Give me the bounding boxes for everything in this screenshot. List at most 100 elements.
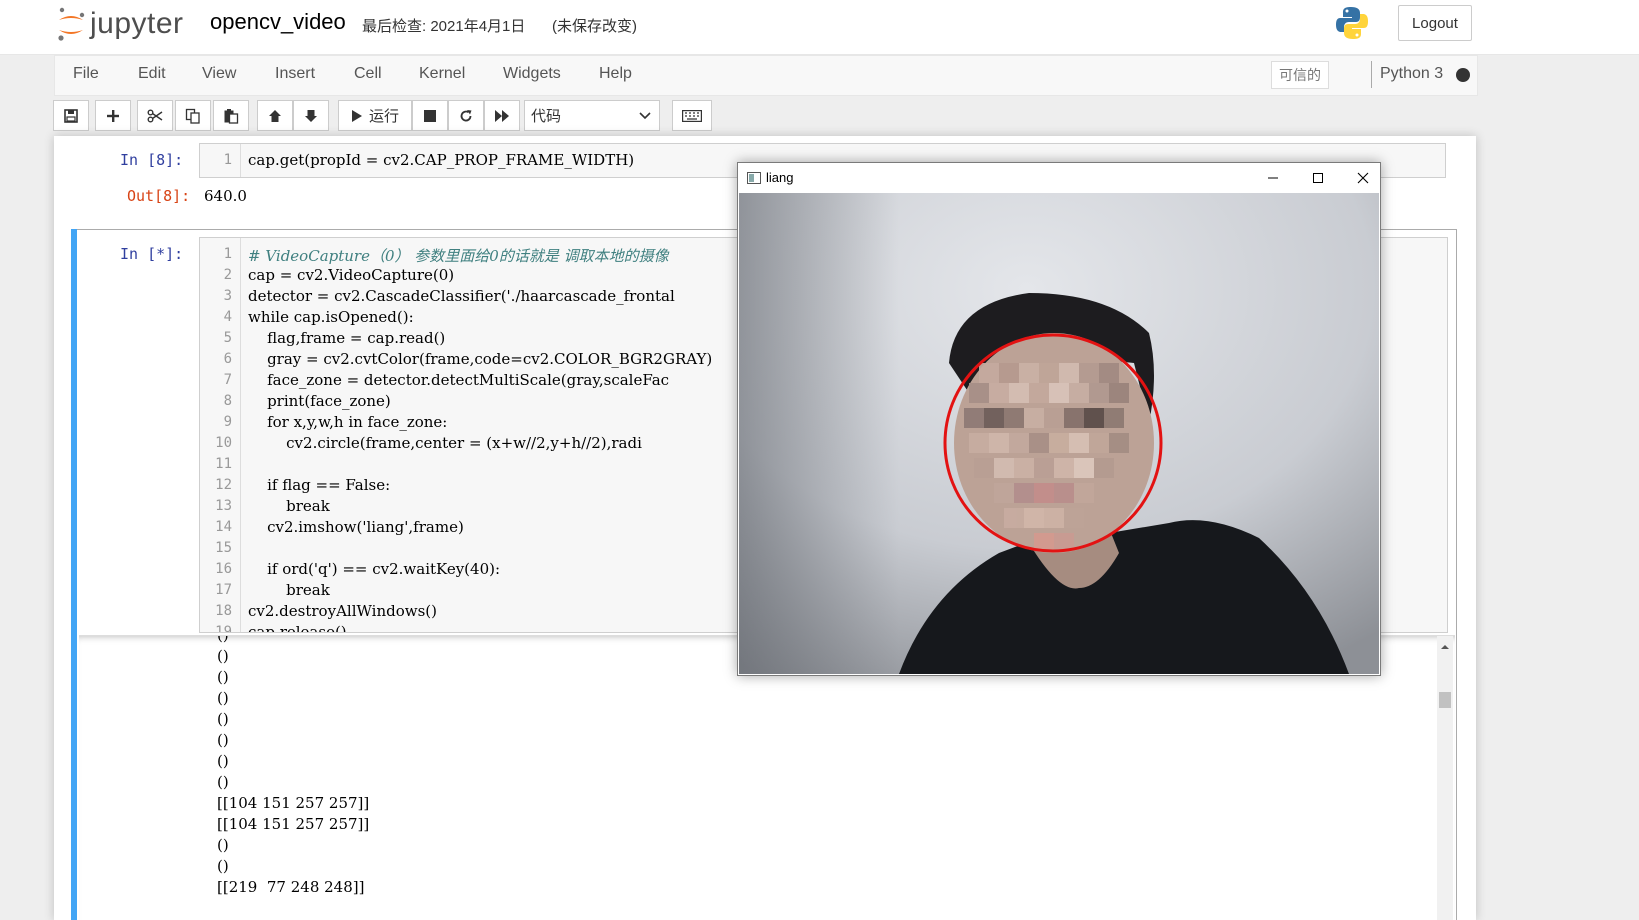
code-line: print(face_zone) (248, 392, 391, 410)
menu-kernel[interactable]: Kernel (419, 65, 465, 83)
interrupt-button[interactable] (412, 100, 448, 131)
move-down-button[interactable] (293, 100, 329, 131)
scrollbar-thumb[interactable] (1439, 692, 1451, 708)
menubar: File Edit View Insert Cell Kernel Widget… (54, 55, 1478, 96)
scroll-up-icon[interactable] (1437, 640, 1453, 654)
menu-cell[interactable]: Cell (354, 65, 382, 83)
menu-file[interactable]: File (73, 65, 99, 83)
logo-text: jupyter (90, 7, 184, 40)
line-number: 8 (223, 393, 232, 409)
close-button[interactable] (1352, 167, 1374, 189)
refresh-icon (460, 109, 472, 121)
line-number: 10 (215, 435, 232, 451)
code-line: # VideoCapture（0） 参数里面给0的话就是 调取本地的摄像 (248, 247, 669, 265)
code-line: while cap.isOpened(): (248, 308, 414, 326)
save-icon (64, 108, 78, 123)
code-line: face_zone = detector.detectMultiScale(gr… (248, 371, 670, 389)
checkpoint-status: 最后检查: 2021年4月1日 (362, 18, 526, 35)
code-line: cap.get(propId = cv2.CAP_PROP_FRAME_WIDT… (248, 151, 635, 169)
run-button[interactable]: 运行 (338, 100, 412, 131)
trusted-badge[interactable]: 可信的 (1271, 61, 1329, 89)
window-app-icon (747, 172, 761, 184)
minimize-button[interactable] (1262, 167, 1284, 189)
header: jupyter opencv_video 最后检查: 2021年4月1日 (未保… (0, 0, 1639, 55)
restart-run-all-button[interactable] (484, 100, 520, 131)
code-line: if flag == False: (248, 476, 391, 494)
line-number: 9 (223, 414, 232, 430)
output-scrollbar[interactable] (1437, 636, 1453, 920)
minimize-icon (1268, 177, 1278, 179)
cell-type-value: 代码 (531, 108, 562, 125)
out-prompt: Out[8]: (127, 187, 191, 205)
selected-cell-indicator (71, 229, 77, 920)
menu-edit[interactable]: Edit (138, 65, 166, 83)
keyboard-icon (682, 109, 702, 122)
copy-icon (185, 108, 200, 124)
code-line: cap = cv2.VideoCapture(0) (248, 266, 455, 284)
line-number: 6 (223, 351, 232, 367)
in-prompt: In [8]: (120, 151, 184, 169)
code-line: detector = cv2.CascadeClassifier('./haar… (248, 287, 675, 305)
line-number: 13 (215, 498, 232, 514)
kernel-divider (1371, 61, 1372, 88)
cut-button[interactable] (137, 100, 173, 131)
code-line: break (248, 497, 330, 515)
line-number: 7 (223, 372, 232, 388)
paste-button[interactable] (213, 100, 249, 131)
kernel-status-icon (1456, 68, 1470, 82)
webcam-frame (739, 193, 1379, 674)
autosave-status: (未保存改变) (552, 18, 637, 35)
notebook-name[interactable]: opencv_video (210, 9, 346, 35)
opencv-window[interactable]: liang (737, 162, 1381, 676)
menu-insert[interactable]: Insert (275, 65, 315, 83)
output-line: [[104 151 257 257]] (217, 815, 370, 833)
kernel-name[interactable]: Python 3 (1380, 65, 1443, 83)
window-titlebar[interactable]: liang (738, 163, 1380, 193)
output-area[interactable]: () () () () () () () () [[104 151 257 25… (79, 635, 1455, 920)
chevron-down-icon (639, 112, 651, 120)
output-line: () (217, 836, 229, 854)
arrow-up-icon (269, 109, 281, 122)
maximize-button[interactable] (1307, 167, 1329, 189)
command-palette-button[interactable] (672, 100, 712, 131)
scissors-icon (147, 109, 163, 122)
save-button[interactable] (53, 100, 89, 131)
line-number: 19 (215, 624, 232, 633)
code-line: for x,y,w,h in face_zone: (248, 413, 448, 431)
output-line: () (217, 752, 229, 770)
output-line: () (217, 857, 229, 875)
cell-output: 640.0 (204, 187, 247, 205)
code-line: cv2.destroyAllWindows() (248, 602, 437, 620)
jupyter-logo[interactable]: jupyter (56, 6, 184, 42)
jupyter-logo-icon (58, 7, 85, 41)
line-number: 3 (223, 288, 232, 304)
line-number: 1 (223, 152, 232, 168)
copy-button[interactable] (175, 100, 211, 131)
output-line: [[219 77 248 248]] (217, 878, 365, 896)
line-number: 18 (215, 603, 232, 619)
line-number: 14 (215, 519, 232, 535)
run-label: 运行 (368, 108, 399, 125)
line-number: 11 (215, 456, 232, 472)
output-line: () (217, 731, 229, 749)
output-line: () (217, 647, 229, 665)
line-number: 2 (223, 267, 232, 283)
line-number: 1 (223, 246, 232, 262)
restart-button[interactable] (448, 100, 484, 131)
menu-help[interactable]: Help (599, 65, 632, 83)
move-up-button[interactable] (257, 100, 293, 131)
line-number: 4 (223, 309, 232, 325)
code-line: flag,frame = cap.read() (248, 329, 446, 347)
webcam-image (739, 193, 1379, 674)
output-line: () (217, 635, 229, 644)
fast-forward-icon (495, 109, 509, 122)
stop-icon (424, 109, 436, 122)
in-prompt: In [*]: (120, 245, 184, 263)
menu-view[interactable]: View (202, 65, 236, 83)
logout-button[interactable]: Logout (1398, 5, 1472, 41)
cell-type-select[interactable]: 代码 (524, 100, 660, 131)
line-number: 16 (215, 561, 232, 577)
insert-cell-button[interactable] (95, 100, 131, 131)
output-line: () (217, 773, 229, 791)
menu-widgets[interactable]: Widgets (503, 65, 561, 83)
